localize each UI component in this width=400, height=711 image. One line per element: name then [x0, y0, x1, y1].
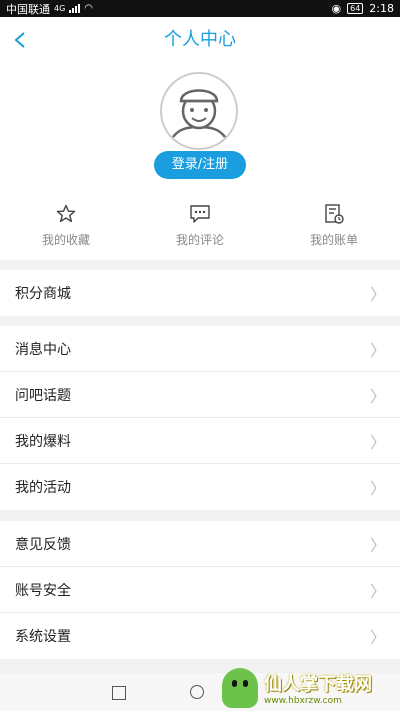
status-left: 中国联通 4G ◠: [6, 1, 93, 17]
menu-item-my-activities[interactable]: 我的活动 〉: [0, 464, 400, 510]
watermark-title: 仙人掌下载网: [264, 673, 372, 695]
menu-item-label: 消息中心: [15, 341, 71, 358]
watermark-text: 仙人掌下载网 www.hbxrzw.com: [264, 670, 372, 706]
eye-icon: ◉: [331, 2, 342, 15]
status-time: 2:18: [369, 2, 394, 15]
menu-item-label: 我的爆料: [15, 433, 71, 450]
chevron-right-icon: 〉: [369, 340, 386, 360]
header: 个人中心: [0, 17, 400, 63]
menu-item-label: 意见反馈: [15, 536, 71, 553]
menu-item-topics[interactable]: 问吧话题 〉: [0, 372, 400, 418]
wifi-icon: ◠: [84, 3, 94, 14]
page-title: 个人中心: [164, 29, 236, 50]
chevron-right-icon: 〉: [369, 386, 386, 406]
menu-group-3: 意见反馈〉 账号安全〉 系统设置〉: [0, 521, 400, 659]
quick-action-favorites[interactable]: 我的收藏: [6, 203, 126, 248]
status-bar: 中国联通 4G ◠ ◉ 64 2:18: [0, 0, 400, 17]
chevron-right-icon: 〉: [369, 432, 386, 452]
menu-item-system-settings[interactable]: 系统设置 〉: [0, 613, 400, 659]
watermark-url: www.hbxrzw.com: [264, 695, 342, 706]
menu-item-my-tips[interactable]: 我的爆料 〉: [0, 418, 400, 464]
quick-action-comments[interactable]: 我的评论: [140, 203, 260, 248]
quick-action-label: 我的账单: [309, 233, 358, 247]
chevron-right-icon: 〉: [369, 285, 386, 304]
menu-group-1: 积分商城 〉: [0, 270, 400, 316]
chevron-right-icon: 〉: [369, 535, 386, 555]
chevron-right-icon: 〉: [369, 628, 386, 647]
comment-icon: [140, 203, 260, 225]
menu-group-2: 消息中心〉 问吧话题〉 我的爆料〉 我的活动〉: [0, 326, 400, 510]
menu-item-label: 账号安全: [15, 582, 71, 599]
home-button[interactable]: [190, 685, 204, 699]
menu-item-feedback[interactable]: 意见反馈 〉: [0, 521, 400, 567]
menu-item-points-mall[interactable]: 积分商城 〉: [0, 270, 400, 316]
recent-apps-button[interactable]: [112, 686, 126, 700]
battery-icon: 64: [347, 3, 364, 14]
star-icon: [6, 203, 126, 225]
menu-item-message-center[interactable]: 消息中心 〉: [0, 326, 400, 372]
network-label: 4G: [54, 4, 66, 13]
watermark: 仙人掌下载网 www.hbxrzw.com: [222, 664, 400, 711]
profile-section: 登录/注册 我的收藏 我的评论 我的账单: [0, 63, 400, 260]
carrier-label: 中国联通: [6, 2, 50, 16]
quick-action-label: 我的评论: [175, 233, 224, 247]
menu-item-label: 我的活动: [15, 480, 71, 496]
chevron-right-icon: 〉: [369, 581, 386, 601]
signal-icon: [69, 4, 81, 13]
login-register-button[interactable]: 登录/注册: [154, 151, 246, 179]
chevron-right-icon: 〉: [369, 479, 386, 498]
quick-action-label: 我的收藏: [41, 233, 90, 247]
bill-icon: [274, 203, 394, 225]
menu-item-label: 问吧话题: [15, 387, 71, 404]
status-right: ◉ 64 2:18: [332, 2, 395, 15]
menu-item-account-security[interactable]: 账号安全 〉: [0, 567, 400, 613]
menu-item-label: 积分商城: [15, 286, 71, 302]
menu-item-label: 系统设置: [15, 629, 71, 645]
quick-action-bills[interactable]: 我的账单: [274, 203, 394, 248]
user-avatar-icon[interactable]: [159, 71, 239, 151]
cactus-logo-icon: [222, 667, 258, 708]
